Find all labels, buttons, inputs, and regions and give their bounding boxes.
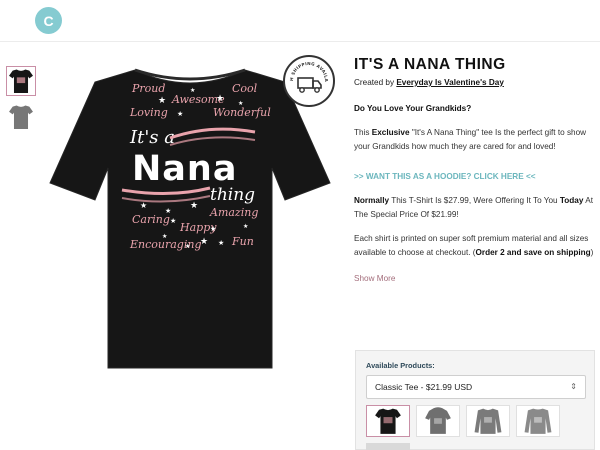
variant-gray-hoodie[interactable] <box>416 405 460 437</box>
top-bar: C <box>0 0 600 42</box>
product-details: IT'S A NANA THING Created by Everyday Is… <box>354 55 596 286</box>
variant-gray-longsleeve[interactable] <box>466 405 510 437</box>
available-products-panel: Available Products: Classic Tee - $21.99… <box>355 350 595 450</box>
show-more-link[interactable]: Show More <box>354 272 596 286</box>
hoodie-gray-icon <box>425 407 451 434</box>
svg-text:★: ★ <box>216 93 224 103</box>
svg-text:★: ★ <box>140 201 147 210</box>
created-by-line: Created by Everyday Is Valentine's Day <box>354 76 596 90</box>
variant-black-tee[interactable] <box>366 405 410 437</box>
product-select[interactable]: Classic Tee - $21.99 USD ⇕ <box>366 375 586 399</box>
svg-text:★: ★ <box>162 233 167 240</box>
tshirt-gray-icon <box>9 105 33 129</box>
variant-gray-sweatshirt[interactable] <box>516 405 560 437</box>
variant-extra-partial[interactable] <box>366 443 410 450</box>
svg-text:★: ★ <box>210 225 216 233</box>
text-thing: thing <box>210 185 255 205</box>
word-fun: Fun <box>231 235 254 248</box>
select-updown-icon: ⇕ <box>570 382 577 391</box>
product-title: IT'S A NANA THING <box>354 56 506 73</box>
sweatshirt-gray-icon <box>524 408 552 434</box>
text-its-a: It's a <box>129 127 175 148</box>
text-nana: Nana <box>132 149 237 189</box>
description-paragraph-2: Normally This T-Shirt Is $27.99, Were Of… <box>354 196 593 219</box>
svg-text:★: ★ <box>177 110 183 118</box>
svg-text:★: ★ <box>238 100 243 107</box>
hoodie-link[interactable]: >> WANT THIS AS A HOODIE? CLICK HERE << <box>354 170 596 184</box>
word-proud: Proud <box>131 82 165 95</box>
thumbnail-front-gray[interactable] <box>6 102 36 132</box>
variant-swatches <box>366 405 560 437</box>
product-select-value: Classic Tee - $21.99 USD <box>375 382 473 392</box>
svg-text:★: ★ <box>185 243 190 250</box>
delivery-truck-icon: RUSH SHIPPING AVAILABLE <box>285 57 329 93</box>
product-thumbnails <box>6 66 36 138</box>
rush-shipping-badge: RUSH SHIPPING AVAILABLE <box>283 55 335 107</box>
created-by-label: Created by <box>354 78 395 87</box>
description-paragraph-1: This Exclusive "It's A Nana Thing" tee I… <box>354 128 587 151</box>
store-logo[interactable]: C <box>35 7 62 34</box>
available-products-label: Available Products: <box>366 361 435 370</box>
word-cool: Cool <box>232 82 258 95</box>
tshirt-black-icon <box>9 69 33 93</box>
svg-text:★: ★ <box>243 223 248 230</box>
tshirt-black-icon <box>375 408 401 434</box>
svg-text:★: ★ <box>170 217 176 225</box>
svg-text:★: ★ <box>158 95 166 105</box>
longsleeve-gray-icon <box>474 408 502 434</box>
word-wonderful: Wonderful <box>213 106 271 119</box>
svg-text:★: ★ <box>190 87 195 94</box>
description-question: Do You Love Your Grandkids? <box>354 104 472 113</box>
svg-text:★: ★ <box>190 200 198 210</box>
svg-text:★: ★ <box>165 207 171 215</box>
description-paragraph-3: Each shirt is printed on super soft prem… <box>354 234 594 257</box>
svg-text:★: ★ <box>218 239 224 247</box>
word-loving: Loving <box>129 106 168 119</box>
word-amazing: Amazing <box>209 206 258 219</box>
creator-link[interactable]: Everyday Is Valentine's Day <box>396 78 504 87</box>
svg-text:★: ★ <box>200 236 208 246</box>
thumbnail-back-black[interactable] <box>6 66 36 96</box>
